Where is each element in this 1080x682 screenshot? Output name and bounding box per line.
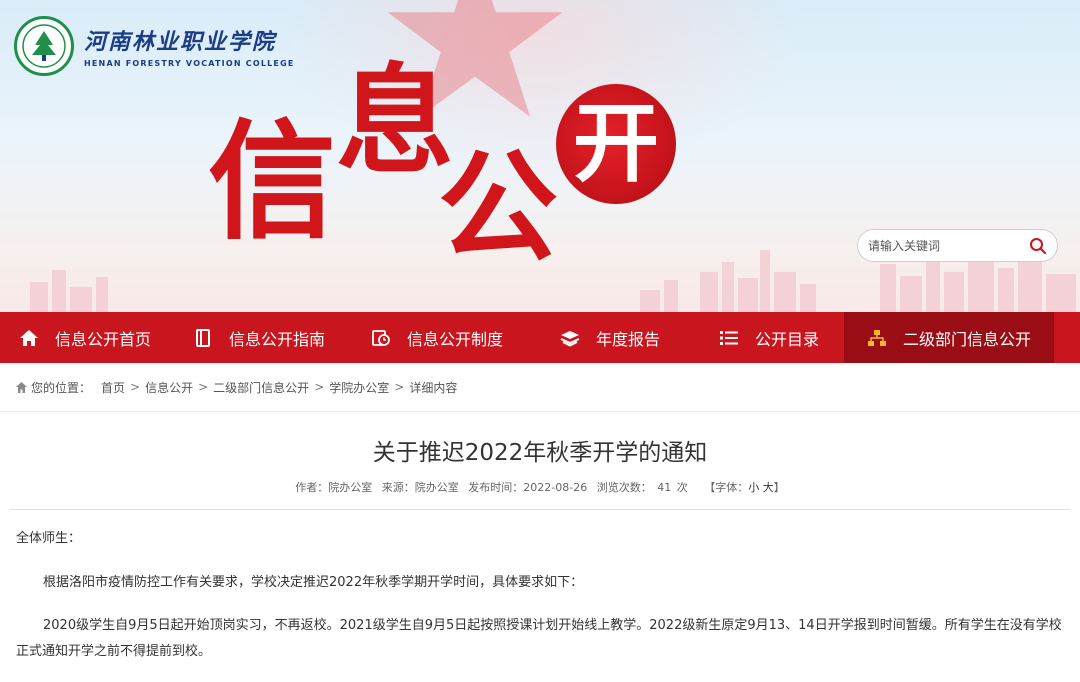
nav-item-home[interactable]: 信息公开首页 [0, 312, 170, 363]
font-size-label: 【字体： [704, 481, 749, 494]
nav-item-label: 信息公开指南 [228, 329, 325, 349]
font-size-close: 】 [773, 481, 785, 494]
header-banner: 河南林业职业学院 HENAN FORESTRY VOCATION COLLEGE… [0, 0, 1080, 312]
article-greeting: 全体师生： [16, 531, 82, 546]
article-meta: 作者：院办公室 来源：院办公室 发布时间：2022-08-26 浏览次数： 41… [0, 479, 1080, 495]
nav-item-label: 公开目录 [754, 329, 819, 349]
nav-item-catalog[interactable]: 公开目录 [694, 312, 844, 363]
article-publish-date: 发布时间：2022-08-26 [468, 481, 588, 494]
nav-item-label: 信息公开制度 [406, 329, 503, 349]
article-paragraph: 根据洛阳市疫情防控工作有关要求，学校决定推迟2022年秋季学期开学时间，具体要求… [43, 575, 584, 590]
location-home-icon [16, 381, 27, 393]
article-view-count: 浏览次数： 41 次 [597, 481, 688, 494]
college-logo[interactable]: 河南林业职业学院 HENAN FORESTRY VOCATION COLLEGE [14, 16, 295, 76]
nav-item-label: 信息公开首页 [54, 329, 151, 349]
breadcrumb-home-link[interactable]: 首页 [101, 379, 125, 396]
search-box [857, 229, 1058, 262]
article-paragraph: 2020级学生自9月5日起开始顶岗实习，不再返校。2021级学生自9月5日起按照… [16, 618, 1062, 659]
breadcrumb-prefix: 您的位置： [31, 380, 92, 395]
view-count-unit: 次 [676, 481, 688, 494]
home-icon [19, 328, 39, 348]
font-size-small-link[interactable]: 小 [748, 481, 759, 494]
breadcrumb-department-link[interactable]: 二级部门信息公开 [213, 379, 309, 396]
article-title: 关于推迟2022年秋季开学的通知 [372, 440, 708, 466]
college-seal-icon [14, 16, 74, 76]
article-divider [10, 509, 1070, 510]
college-name-en: HENAN FORESTRY VOCATION COLLEGE [84, 59, 295, 68]
book-icon [193, 328, 213, 348]
breadcrumb-separator: > [314, 380, 325, 394]
list-icon [719, 328, 739, 348]
breadcrumb-info-disclosure-link[interactable]: 信息公开 [145, 379, 193, 396]
banner-char-kai: 开 [573, 93, 659, 194]
banner-char-xin: 信 [208, 107, 337, 257]
nav-item-guide[interactable]: 信息公开指南 [170, 312, 348, 363]
nav-item-annual-report[interactable]: 年度报告 [526, 312, 694, 363]
banner-char-gong: 公 [438, 137, 558, 278]
article-source: 来源：院办公室 [381, 481, 459, 494]
breadcrumb-separator: > [130, 380, 141, 394]
org-chart-icon [867, 328, 887, 348]
breadcrumb-detail-link[interactable]: 详细内容 [409, 379, 457, 396]
view-count-label: 浏览次数： [596, 481, 652, 494]
breadcrumb: 您的位置： 首页 > 信息公开 > 二级部门信息公开 > 学院办公室 > 详细内… [0, 363, 1080, 412]
college-name-cn: 河南林业职业学院 [84, 29, 277, 55]
breadcrumb-office-link[interactable]: 学院办公室 [329, 379, 389, 396]
font-size-switcher: 【字体：小 大】 [704, 481, 785, 494]
nav-item-label: 年度报告 [595, 329, 660, 349]
search-icon[interactable] [1029, 237, 1047, 255]
layers-icon [560, 328, 580, 348]
clock-doc-icon [371, 328, 391, 348]
breadcrumb-separator: > [394, 380, 405, 394]
search-input[interactable] [868, 238, 1018, 253]
nav-item-department-disclosure[interactable]: 二级部门信息公开 [844, 312, 1054, 363]
banner-char-kai-circle: 开 [556, 84, 676, 204]
nav-item-policy[interactable]: 信息公开制度 [348, 312, 526, 363]
nav-item-label: 二级部门信息公开 [902, 329, 1031, 349]
main-nav: 信息公开首页 信息公开指南 信息公开制度 年度报告 公开目录 二级部门信息公开 [0, 312, 1080, 363]
breadcrumb-separator: > [198, 380, 209, 394]
article-author: 作者：院办公室 [295, 481, 373, 494]
article-content: 全体师生： 根据洛阳市疫情防控工作有关要求，学校决定推迟2022年秋季学期开学时… [0, 526, 1080, 665]
font-size-large-link[interactable]: 大 [763, 481, 774, 494]
view-count-value: 41 [657, 481, 672, 494]
nav-filler [1054, 312, 1080, 363]
banner-char-xi: 息 [336, 51, 455, 190]
